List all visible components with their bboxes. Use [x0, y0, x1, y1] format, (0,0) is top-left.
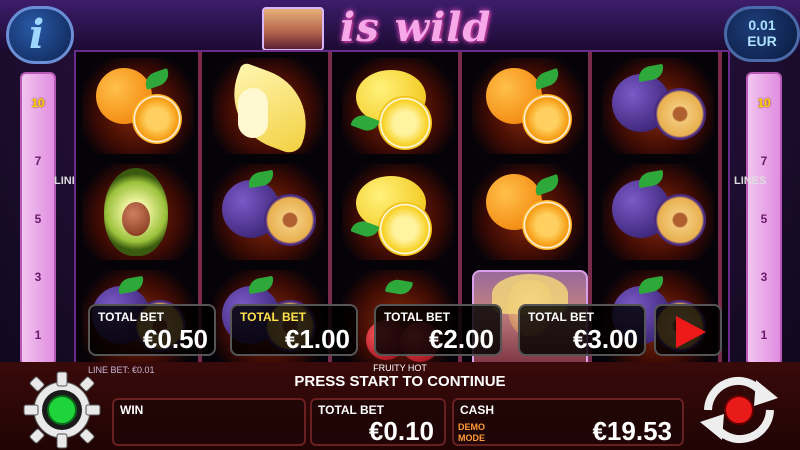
cash-value: €19.53	[592, 416, 672, 446]
symbol-orange-icon	[82, 58, 194, 154]
cash-label: CASH	[460, 403, 495, 417]
play-arrow-icon	[676, 316, 706, 348]
line-number[interactable]: 3	[22, 270, 54, 284]
total-bet-value: €0.10	[368, 416, 434, 446]
bet-option-label: TOTAL BET	[528, 310, 594, 324]
bet-option-card-selected[interactable]: TOTAL BET €1.00	[230, 304, 358, 356]
demo-mode-text: DEMO MODE	[458, 422, 485, 443]
game-stage: is wild i 0.01 EUR 10 7 5 3 1 LINES 10 7…	[0, 0, 800, 450]
bet-option-value: €0.50	[142, 324, 208, 354]
spin-light-icon	[724, 395, 754, 425]
bet-option-value: €1.00	[284, 324, 350, 354]
lines-panel-left: 10 7 5 3 1	[20, 72, 56, 366]
line-number[interactable]: 7	[22, 154, 54, 168]
line-number[interactable]: 1	[748, 328, 780, 342]
line-number[interactable]: 5	[748, 212, 780, 226]
lines-label-left: LINES	[54, 175, 87, 187]
total-bet-label: TOTAL BET	[318, 403, 384, 417]
info-icon: i	[29, 11, 45, 58]
coin-currency: EUR	[747, 33, 777, 49]
symbol-plum-icon	[212, 164, 324, 260]
symbol-plum-icon	[602, 164, 714, 260]
header-bar: is wild	[0, 0, 800, 52]
wild-portrait-logo	[262, 7, 324, 51]
bet-option-label: TOTAL BET	[384, 310, 450, 324]
total-bet-panel: TOTAL BET €0.10	[310, 398, 446, 446]
line-number[interactable]: 10	[22, 96, 54, 110]
bet-option-value: €2.00	[428, 324, 494, 354]
bet-option-value: €3.00	[572, 324, 638, 354]
symbol-orange-icon	[472, 58, 584, 154]
lines-label-right: LINES	[734, 175, 766, 188]
win-panel: WIN	[112, 398, 306, 446]
bet-option-card[interactable]: TOTAL BET €0.50	[88, 304, 216, 356]
status-light-icon	[47, 395, 77, 425]
symbol-lemon-icon	[342, 164, 454, 260]
symbol-plum-icon	[602, 58, 714, 154]
bet-option-card[interactable]: TOTAL BET €2.00	[374, 304, 502, 356]
line-number[interactable]: 5	[22, 212, 54, 226]
game-title: is wild	[340, 4, 492, 51]
settings-gear-button[interactable]	[22, 370, 102, 450]
symbol-banana-icon	[212, 58, 324, 157]
bet-option-label: TOTAL BET	[240, 310, 306, 324]
status-message: PRESS START TO CONTINUE	[294, 373, 506, 390]
line-number[interactable]: 3	[748, 270, 780, 284]
spin-button[interactable]	[694, 370, 784, 450]
win-label: WIN	[120, 403, 144, 417]
lines-panel-right: 10 7 5 3 1	[746, 72, 782, 366]
game-name: FRUITY HOT	[373, 363, 427, 373]
cash-panel: CASH DEMO MODE €19.53	[452, 398, 684, 446]
line-number[interactable]: 10	[748, 96, 780, 110]
line-number[interactable]: 7	[748, 154, 780, 168]
line-number[interactable]: 1	[22, 328, 54, 342]
coin-value: 0.01	[748, 17, 776, 33]
symbol-orange-icon	[472, 164, 584, 260]
symbol-lemon-icon	[342, 58, 454, 154]
bet-option-label: TOTAL BET	[98, 310, 164, 324]
symbol-avocado-icon	[82, 164, 194, 260]
confirm-bet-button[interactable]	[654, 304, 722, 356]
coin-value-badge[interactable]: 0.01 EUR	[724, 6, 800, 62]
info-button[interactable]: i	[6, 6, 74, 64]
bet-option-card[interactable]: TOTAL BET €3.00	[518, 304, 646, 356]
